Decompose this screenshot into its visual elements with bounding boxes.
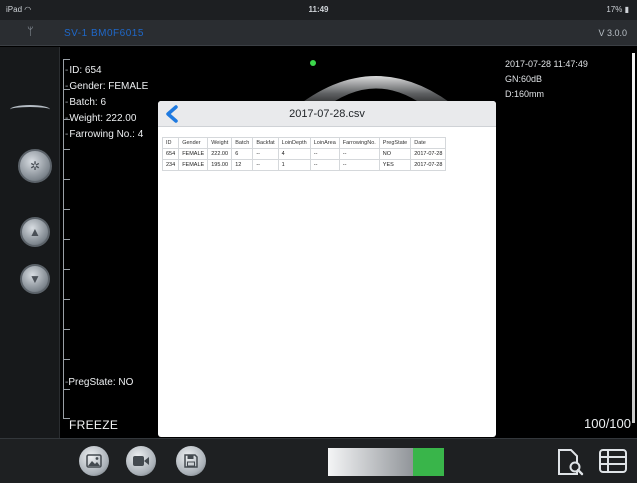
- scan-gain: GN:60dB: [505, 74, 543, 84]
- video-camera-icon: [133, 456, 149, 466]
- list-icon[interactable]: [598, 448, 628, 474]
- patient-batch: Batch: 6: [65, 95, 148, 111]
- up-button[interactable]: ▲: [20, 217, 50, 247]
- scan-datetime: 2017-07-28 11:47:49: [505, 59, 588, 69]
- table-cell: 222.00: [207, 148, 233, 160]
- floppy-disk-icon: [184, 454, 198, 468]
- table-body: 654 FEMALE 222.00 6 -- 4 -- -- NO 2017-07-28 234 FE…: [161, 148, 447, 171]
- bottom-toolbar: [0, 438, 637, 483]
- table-header-cell: Backfat: [252, 137, 279, 149]
- patient-id: ID: 654: [65, 63, 148, 79]
- table-header-cell: LoinArea: [309, 137, 340, 149]
- antenna-icon: ᛘ: [27, 26, 34, 38]
- table-cell: 12: [231, 159, 254, 171]
- table-header-cell: Date: [410, 137, 447, 149]
- table-header-cell: Gender: [178, 137, 209, 149]
- scan-info: 2017-07-28 11:47:49 GN:60dB D:160mm: [505, 57, 588, 102]
- table-cell: 2017-07-28: [410, 159, 447, 171]
- table-cell: 234: [161, 159, 180, 171]
- dialog-title: 2017-07-28.csv: [289, 108, 365, 120]
- image-button[interactable]: [79, 446, 109, 476]
- patient-farrowing: Farrowing No.: 4: [65, 127, 148, 143]
- frame-counter: 100/100: [584, 416, 631, 431]
- down-button[interactable]: ▼: [20, 264, 50, 294]
- patient-gender: Gender: FEMALE: [65, 79, 148, 95]
- table-cell: 654: [161, 148, 180, 160]
- logo: [6, 105, 54, 123]
- chevron-up-icon: ▲: [29, 225, 41, 239]
- table-cell: --: [309, 159, 340, 171]
- table-cell: YES: [378, 159, 412, 171]
- csv-table: ID Gender Weight Batch Backfat LoinDepth LoinA…: [161, 137, 447, 171]
- device-name: SV-1 BM0F6015: [64, 28, 144, 39]
- app-header: ᛘ SV-1 BM0F6015 V 3.0.0: [0, 20, 637, 46]
- table-cell: --: [338, 148, 380, 160]
- video-button[interactable]: [126, 446, 156, 476]
- table-header-cell: ID: [161, 137, 180, 149]
- app-version: V 3.0.0: [598, 28, 627, 38]
- table-cell: --: [252, 148, 279, 160]
- table-cell: --: [338, 159, 380, 171]
- status-battery: 17% ▮: [606, 5, 629, 14]
- table-header-cell: PregState: [378, 137, 412, 149]
- grayscale-bar: [632, 53, 635, 423]
- patient-weight: Weight: 222.00: [65, 111, 148, 127]
- csv-dialog: 2017-07-28.csv ID Gender Weight Batch Backfa…: [158, 101, 496, 437]
- table-header-cell: Batch: [231, 137, 254, 149]
- gain-bar[interactable]: [328, 448, 444, 476]
- gain-level-indicator: [412, 448, 444, 476]
- freeze-label: FREEZE: [69, 418, 119, 432]
- sidebar: ✲ ▲ ▼: [0, 47, 60, 438]
- table-header-cell: Weight: [207, 137, 233, 149]
- table-cell: FEMALE: [178, 159, 209, 171]
- table-header-cell: LoinDepth: [277, 137, 311, 149]
- file-search-icon[interactable]: [556, 447, 584, 477]
- probe-marker: [310, 60, 316, 66]
- table-row[interactable]: 654 FEMALE 222.00 6 -- 4 -- -- NO 2017-07-28: [161, 148, 447, 160]
- save-button[interactable]: [176, 446, 206, 476]
- focus-button[interactable]: ✲: [18, 149, 52, 183]
- scan-depth: D:160mm: [505, 89, 545, 99]
- preg-state: PregState: NO: [65, 377, 133, 388]
- status-time: 11:49: [308, 5, 329, 14]
- image-icon: [86, 454, 102, 468]
- table-cell: --: [309, 148, 340, 160]
- table-row[interactable]: 234 FEMALE 195.00 12 -- 1 -- -- YES 2017-07-28: [161, 159, 447, 171]
- table-cell: 4: [277, 148, 311, 160]
- table-cell: FEMALE: [178, 148, 209, 160]
- chevron-down-icon: ▼: [29, 272, 41, 286]
- patient-info: ID: 654 Gender: FEMALE Batch: 6 Weight: …: [65, 63, 148, 143]
- status-bar: iPad ◠ 11:49 17% ▮: [0, 0, 637, 20]
- table-cell: --: [252, 159, 279, 171]
- table-cell: 1: [277, 159, 311, 171]
- table-header-row: ID Gender Weight Batch Backfat LoinDepth LoinA…: [161, 137, 447, 149]
- table-cell: NO: [378, 148, 412, 160]
- table-cell: 195.00: [207, 159, 233, 171]
- table-cell: 2017-07-28: [410, 148, 447, 160]
- table-header-cell: FarrowingNo.: [338, 137, 380, 149]
- dialog-header: 2017-07-28.csv: [158, 101, 496, 127]
- battery-icon: ▮: [624, 5, 629, 14]
- table-cell: 6: [231, 148, 254, 160]
- focus-icon: ✲: [29, 159, 41, 173]
